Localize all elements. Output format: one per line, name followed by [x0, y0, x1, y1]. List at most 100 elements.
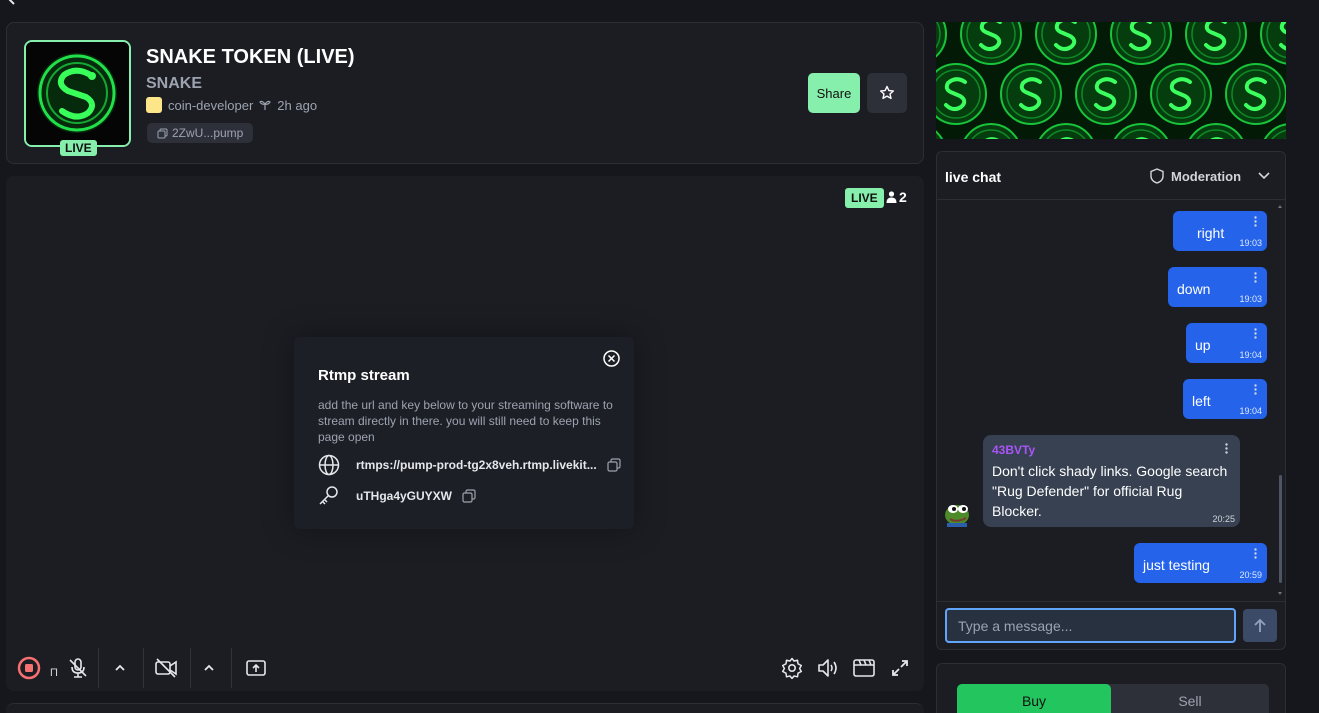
chat-input-area [937, 601, 1285, 649]
rtmp-stream-modal: Rtmp stream add the url and key below to… [294, 337, 634, 529]
live-badge: LIVE [60, 140, 97, 156]
kebab-icon[interactable] [1254, 548, 1257, 559]
chevron-up-icon [113, 661, 127, 675]
chat-message-text: right [1197, 225, 1225, 241]
contract-address: 2ZwU...pump [172, 126, 244, 140]
volume-button[interactable] [814, 654, 842, 682]
chat-username[interactable]: 43BVTy [992, 443, 1035, 457]
stream-live-badge: LIVE [845, 188, 884, 208]
kebab-icon[interactable] [1225, 443, 1228, 454]
rtmp-description: add the url and key below to your stream… [318, 398, 613, 444]
live-chat-panel: live chat Moderation right 19:03 down 19… [936, 151, 1286, 650]
chat-message-text: down [1177, 281, 1211, 297]
record-icon [17, 656, 41, 680]
gear-icon [781, 657, 803, 679]
globe-icon [318, 454, 340, 476]
token-banner-image [936, 22, 1286, 139]
key-icon [318, 485, 340, 507]
kebab-icon[interactable] [1254, 272, 1257, 283]
back-arrow-icon[interactable] [6, 0, 26, 6]
avatar[interactable] [944, 499, 972, 527]
sprout-icon [259, 99, 272, 111]
kebab-icon[interactable] [1254, 384, 1257, 395]
chat-message-input[interactable] [945, 608, 1236, 643]
volume-icon [816, 657, 840, 679]
person-icon [886, 191, 897, 203]
tab-sell[interactable]: Sell [1111, 684, 1269, 713]
send-arrow-icon [1253, 618, 1267, 634]
kebab-icon[interactable] [1254, 216, 1257, 227]
creator-name[interactable]: coin-developer [168, 98, 253, 113]
trade-panel: Buy Sell [936, 663, 1286, 713]
token-header-card: LIVE SNAKE TOKEN (LIVE) SNAKE coin-devel… [6, 22, 924, 164]
copy-icon[interactable] [462, 489, 476, 503]
trade-tabs: Buy Sell [957, 684, 1269, 713]
chat-message-text: just testing [1143, 557, 1210, 573]
fullscreen-button[interactable] [886, 654, 914, 682]
star-icon [879, 85, 895, 101]
chat-message-time: 19:04 [1239, 406, 1262, 416]
chat-title: live chat [945, 169, 1002, 185]
chat-message-time: 20:59 [1239, 570, 1262, 580]
viewer-count-value: 2 [899, 189, 907, 205]
camera-toggle[interactable] [152, 654, 180, 682]
kebab-icon[interactable] [1254, 328, 1257, 339]
chat-message[interactable]: just testing 20:59 [1134, 543, 1267, 583]
moderation-button[interactable]: Moderation [1150, 168, 1241, 184]
copy-icon[interactable] [607, 458, 621, 472]
clapperboard-icon [852, 657, 876, 679]
rtmp-key[interactable]: uTHga4yGUYXW [356, 489, 452, 503]
chat-message-text: left [1192, 393, 1211, 409]
close-circle-icon[interactable] [603, 350, 620, 367]
mic-off-icon [67, 657, 89, 679]
contract-address-chip[interactable]: 2ZwU...pump [147, 123, 254, 143]
audio-options-button[interactable] [107, 654, 133, 682]
moderation-label: Moderation [1171, 168, 1242, 184]
chat-message-time: 19:04 [1239, 350, 1262, 360]
chat-message-other[interactable]: 43BVTy Don't click shady links. Google s… [983, 435, 1240, 527]
creator-row: coin-developer 2h ago [146, 97, 317, 113]
chat-message[interactable]: left 19:04 [1183, 379, 1267, 419]
screen-share-icon [245, 658, 267, 678]
stream-video-area[interactable]: LIVE 2 Rtmp stream add the url and key b… [6, 176, 924, 691]
chat-message-time: 19:03 [1239, 294, 1262, 304]
chat-message[interactable]: down 19:03 [1168, 267, 1267, 307]
token-ticker: SNAKE [146, 75, 203, 92]
shield-icon [1150, 168, 1164, 184]
chevron-down-icon[interactable] [1257, 171, 1271, 181]
rtmp-url-row: rtmps://pump-prod-tg2x8veh.rtmp.livekit.… [318, 454, 621, 476]
favorite-button[interactable] [867, 73, 907, 113]
chat-scrollbar-thumb[interactable] [1279, 475, 1282, 583]
chat-message-text: up [1195, 337, 1211, 353]
stream-controls-bar: П [6, 646, 924, 690]
overlay-glyph: П [50, 667, 58, 679]
tab-buy[interactable]: Buy [957, 684, 1111, 713]
rtmp-title: Rtmp stream [318, 367, 410, 384]
creator-avatar[interactable] [146, 97, 162, 113]
rtmp-key-row: uTHga4yGUYXW [318, 485, 476, 507]
settings-button[interactable] [778, 654, 806, 682]
microphone-toggle[interactable] [64, 654, 92, 682]
rtmp-url[interactable]: rtmps://pump-prod-tg2x8veh.rtmp.livekit.… [356, 458, 597, 472]
chat-header: live chat Moderation [937, 152, 1285, 200]
camera-off-icon [154, 657, 178, 679]
chat-message[interactable]: right 19:03 [1173, 211, 1267, 251]
token-image [24, 40, 131, 147]
share-button[interactable]: Share [808, 73, 860, 113]
below-stream-panel [6, 703, 924, 713]
chat-message[interactable]: up 19:04 [1186, 323, 1267, 363]
chevron-up-icon [202, 661, 216, 675]
record-button[interactable] [15, 654, 43, 682]
copy-icon [157, 128, 168, 139]
chat-message-time: 20:25 [1212, 514, 1235, 524]
fullscreen-icon [890, 658, 910, 678]
viewer-count: 2 [886, 189, 907, 205]
video-options-button[interactable] [196, 654, 222, 682]
send-button[interactable] [1243, 609, 1277, 642]
screen-share-button[interactable] [242, 654, 270, 682]
chat-message-time: 19:03 [1239, 238, 1262, 248]
created-age: 2h ago [277, 97, 318, 113]
token-title: SNAKE TOKEN (LIVE) [146, 46, 355, 68]
chat-message-text: Don't click shady links. Google search "… [992, 463, 1228, 519]
theater-mode-button[interactable] [850, 654, 878, 682]
